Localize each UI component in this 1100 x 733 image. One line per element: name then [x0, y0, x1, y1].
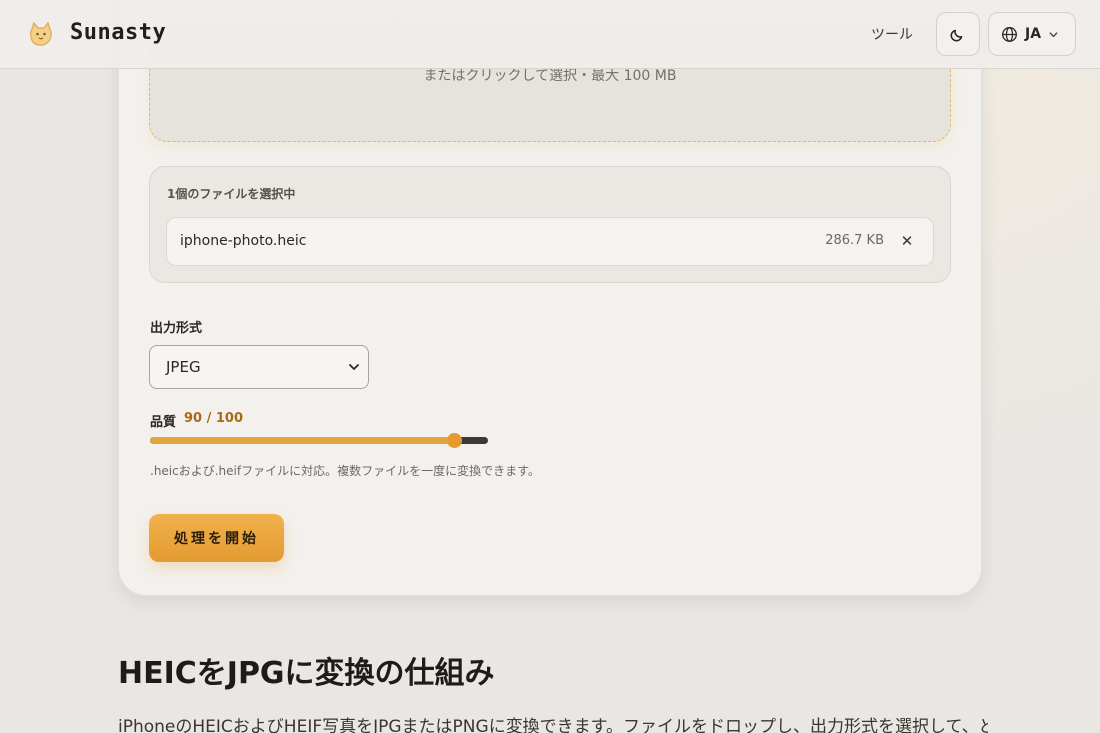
section-title: HEICをJPGに変換の仕組み: [118, 656, 495, 691]
chevron-down-icon: [1049, 31, 1058, 37]
moon-icon: [950, 29, 963, 42]
file-name: iphone-photo.heic: [180, 233, 307, 249]
section-body: iPhoneのHEICおよびHEIF写真をJPGまたはPNGに変換できます。ファ…: [118, 717, 988, 733]
start-processing-button[interactable]: 処理を開始: [149, 514, 284, 562]
quality-slider[interactable]: [150, 433, 488, 448]
output-format-value: JPEG: [166, 358, 201, 376]
theme-toggle-button[interactable]: [936, 12, 980, 56]
cat-logo-icon[interactable]: [26, 19, 56, 49]
file-size: 286.7 KB: [825, 233, 884, 248]
output-format-select[interactable]: JPEG: [149, 345, 369, 389]
chevron-down-icon: [349, 364, 359, 370]
brand-name[interactable]: Sunasty: [70, 20, 166, 45]
selected-files-count: 1個のファイルを選択中: [167, 187, 296, 201]
supported-formats-hint: .heicおよび.heifファイルに対応。複数ファイルを一度に変換できます。: [150, 464, 540, 478]
language-code: JA: [1025, 26, 1042, 42]
quality-slider-fill: [150, 437, 455, 444]
remove-file-button[interactable]: ✕: [899, 232, 915, 250]
globe-icon: [1002, 26, 1017, 42]
language-selector[interactable]: JA: [988, 12, 1076, 56]
nav-tools-link[interactable]: ツール: [871, 24, 913, 44]
page: またはクリックして選択・最大 100 MB 1個のファイルを選択中 iphone…: [0, 0, 1100, 733]
site-header: Sunasty ツール JA: [0, 0, 1100, 69]
quality-label: 品質: [150, 415, 177, 430]
quality-value: 90 / 100: [184, 411, 244, 426]
output-format-label: 出力形式: [150, 321, 203, 336]
